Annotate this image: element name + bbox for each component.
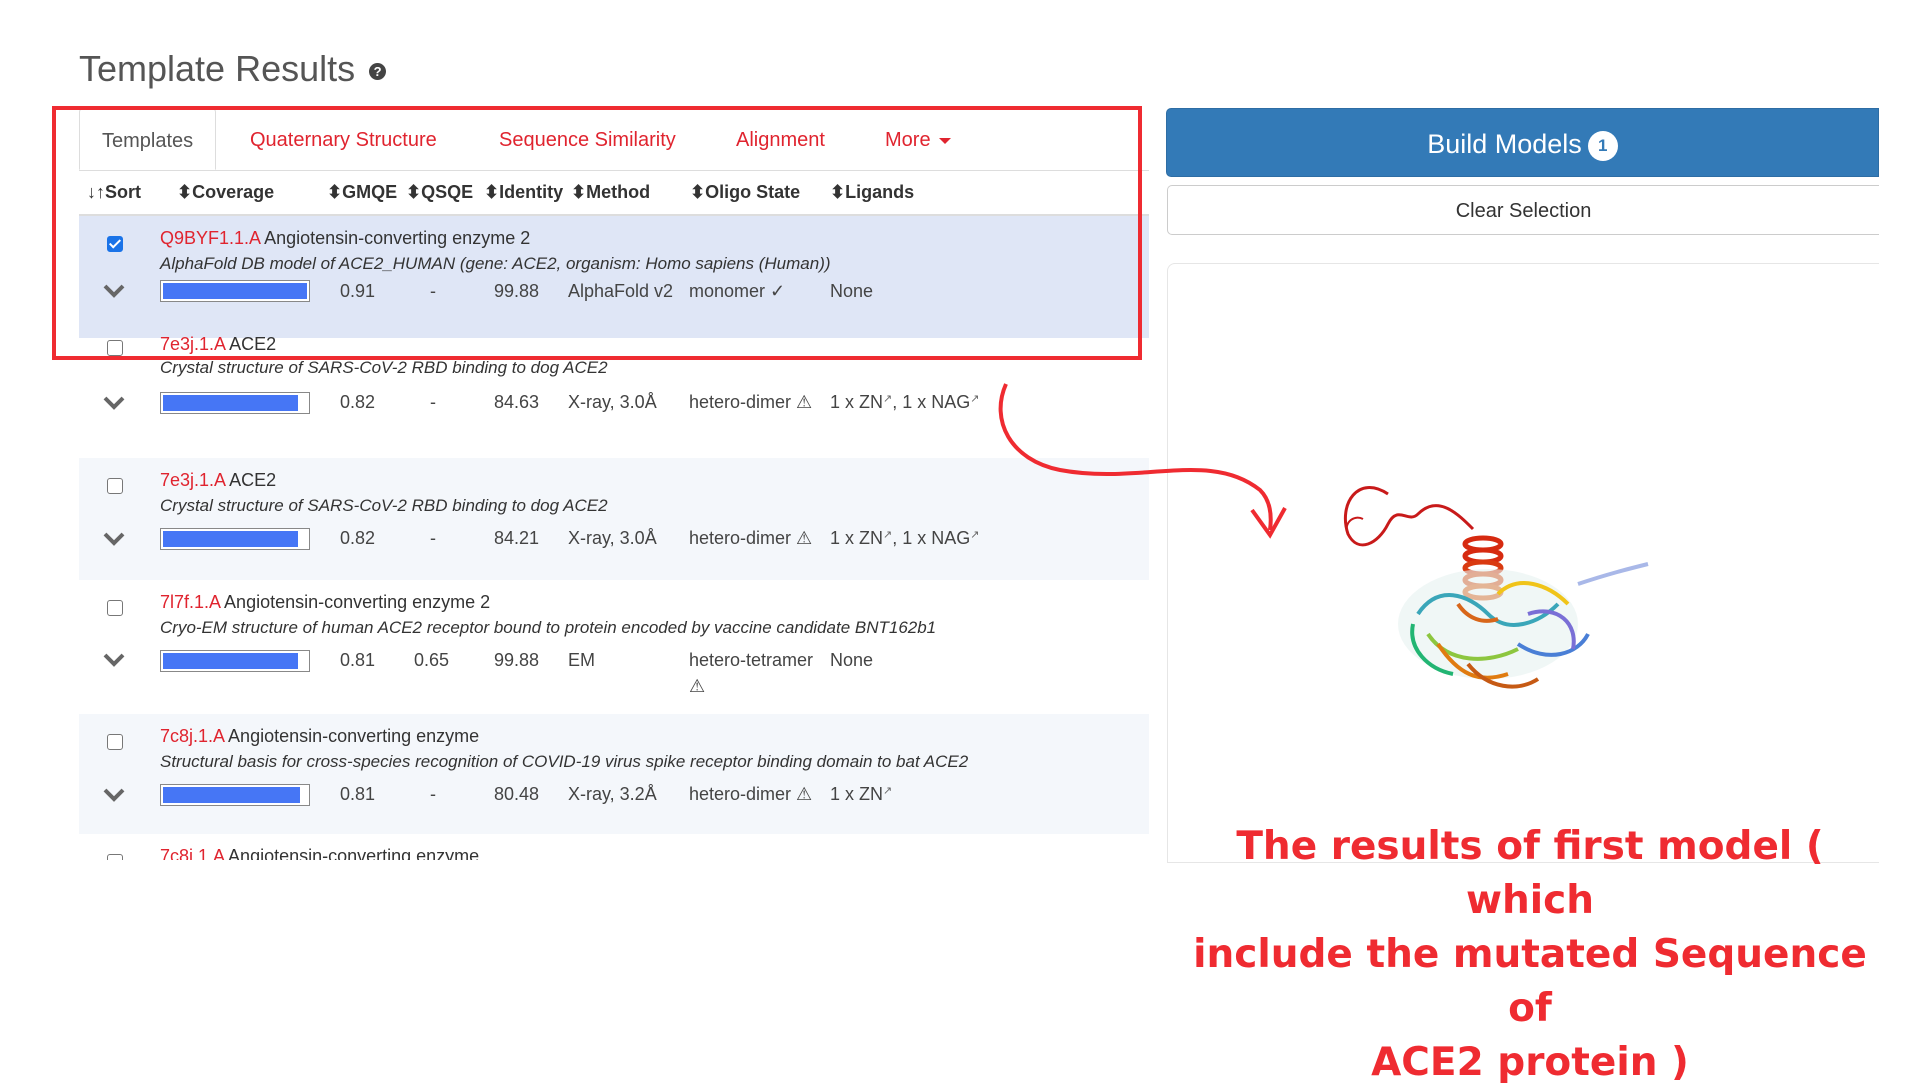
- gmqe-value: 0.82: [340, 392, 376, 412]
- gmqe-value: 0.81: [340, 650, 376, 670]
- ligand-link[interactable]: 1 x ZN: [830, 528, 883, 548]
- highlight-box: [52, 106, 1142, 360]
- qsqe-value: -: [430, 784, 436, 804]
- ligand-link[interactable]: 1 x ZN: [830, 392, 883, 412]
- identity-value: 84.21: [494, 528, 540, 548]
- row-description: Crystal structure of SARS-CoV-2 RBD bind…: [160, 496, 608, 515]
- coverage-bar: [160, 650, 310, 672]
- coverage-fill: [163, 531, 298, 547]
- identity-value: 99.88: [494, 650, 540, 670]
- row-checkbox[interactable]: [107, 734, 123, 750]
- row-description: Cryo-EM structure of human ACE2 receptor…: [160, 618, 937, 637]
- template-name: Angiotensin-converting enzyme 2: [224, 592, 491, 612]
- ligand-link[interactable]: 1 x NAG: [902, 528, 970, 548]
- ligands-value: None: [830, 650, 874, 670]
- row-checkbox[interactable]: [107, 478, 123, 494]
- method-value: X-ray, 3.0Å: [568, 528, 657, 548]
- coverage-bar: [160, 528, 310, 550]
- ligands-value: 1 x ZN↗: [830, 784, 892, 805]
- table-row[interactable]: 7c8j.1.A Angiotensin-converting enzyme St…: [79, 714, 1149, 834]
- build-models-button[interactable]: Build Models 1: [1166, 108, 1879, 177]
- template-id-link[interactable]: 7c8j.1.A: [160, 846, 225, 860]
- chevron-down-icon[interactable]: [103, 653, 125, 667]
- row-title: 7c8j.1.A Angiotensin-converting enzyme: [160, 726, 479, 747]
- structure-viewer[interactable]: [1167, 263, 1879, 863]
- row-checkbox[interactable]: [107, 854, 123, 860]
- coverage-fill: [163, 653, 298, 669]
- warning-icon: ⚠: [689, 676, 706, 696]
- row-title: 7e3j.1.A ACE2: [160, 470, 276, 491]
- method-value: EM: [568, 650, 595, 670]
- coverage-fill: [163, 395, 298, 411]
- row-description: Structural basis for cross-species recog…: [160, 752, 969, 771]
- annotation-line: The results of first model ( which: [1236, 824, 1824, 923]
- chevron-down-icon[interactable]: [103, 532, 125, 546]
- page-title-text: Template Results: [79, 48, 356, 89]
- template-id-link[interactable]: 7e3j.1.A: [160, 470, 226, 490]
- gmqe-value: 0.82: [340, 528, 376, 548]
- external-link-icon: ↗: [970, 529, 980, 541]
- qsqe-value: -: [430, 392, 436, 412]
- template-name: ACE2: [229, 470, 277, 490]
- identity-value: 80.48: [494, 784, 540, 804]
- clear-selection-button[interactable]: Clear Selection: [1167, 185, 1879, 235]
- template-id-link[interactable]: 7l7f.1.A: [160, 592, 221, 612]
- annotation-arrow: [998, 383, 1287, 539]
- coverage-bar: [160, 784, 310, 806]
- gmqe-value: 0.81: [340, 784, 376, 804]
- ligand-link[interactable]: 1 x ZN: [830, 784, 883, 804]
- coverage-bar: [160, 392, 310, 414]
- identity-value: 84.63: [494, 392, 540, 412]
- selection-count-badge: 1: [1587, 130, 1618, 161]
- method-value: X-ray, 3.2Å: [568, 784, 657, 804]
- template-name: Angiotensin-converting enzyme: [228, 726, 480, 746]
- oligo-state-value: hetero-tetramer: [689, 650, 814, 670]
- external-link-icon: ↗: [970, 393, 980, 405]
- method-value: X-ray, 3.0Å: [568, 392, 657, 412]
- external-link-icon: ↗: [883, 393, 893, 405]
- oligo-state-value: hetero-dimer ⚠: [689, 392, 813, 412]
- table-row[interactable]: 7l7f.1.A Angiotensin-converting enzyme 2 …: [79, 580, 1149, 714]
- external-link-icon: ↗: [883, 785, 893, 797]
- row-title: 7c8j.1.A Angiotensin-converting enzyme: [160, 846, 479, 860]
- qsqe-value: 0.65: [414, 650, 450, 670]
- annotation-line: ACE2 protein ): [1371, 1040, 1689, 1085]
- row-description: Crystal structure of SARS-CoV-2 RBD bind…: [160, 358, 608, 377]
- oligo-state-value: hetero-dimer ⚠: [689, 528, 813, 548]
- ligands-value: 1 x ZN↗, 1 x NAG↗: [830, 392, 980, 412]
- help-icon[interactable]: ?: [369, 62, 387, 80]
- build-models-label: Build Models: [1427, 129, 1582, 159]
- chevron-down-icon[interactable]: [103, 396, 125, 410]
- template-name: Angiotensin-converting enzyme: [228, 846, 480, 860]
- table-row[interactable]: 7c8j.1.A Angiotensin-converting enzyme: [79, 834, 1149, 860]
- annotation-text: The results of first model ( which inclu…: [1180, 820, 1880, 1090]
- qsqe-value: -: [430, 528, 436, 548]
- external-link-icon: ↗: [883, 529, 893, 541]
- protein-structure-image: [1343, 486, 1649, 689]
- row-title: 7l7f.1.A Angiotensin-converting enzyme 2: [160, 592, 490, 613]
- chevron-down-icon[interactable]: [103, 788, 125, 802]
- template-id-link[interactable]: 7c8j.1.A: [160, 726, 225, 746]
- ligands-value: 1 x ZN↗, 1 x NAG↗: [830, 528, 980, 548]
- oligo-state-value: hetero-dimer ⚠: [689, 784, 813, 804]
- ligand-link[interactable]: 1 x NAG: [902, 392, 970, 412]
- coverage-fill: [163, 787, 300, 803]
- row-checkbox[interactable]: [107, 600, 123, 616]
- page-title: Template Results ?: [79, 48, 387, 90]
